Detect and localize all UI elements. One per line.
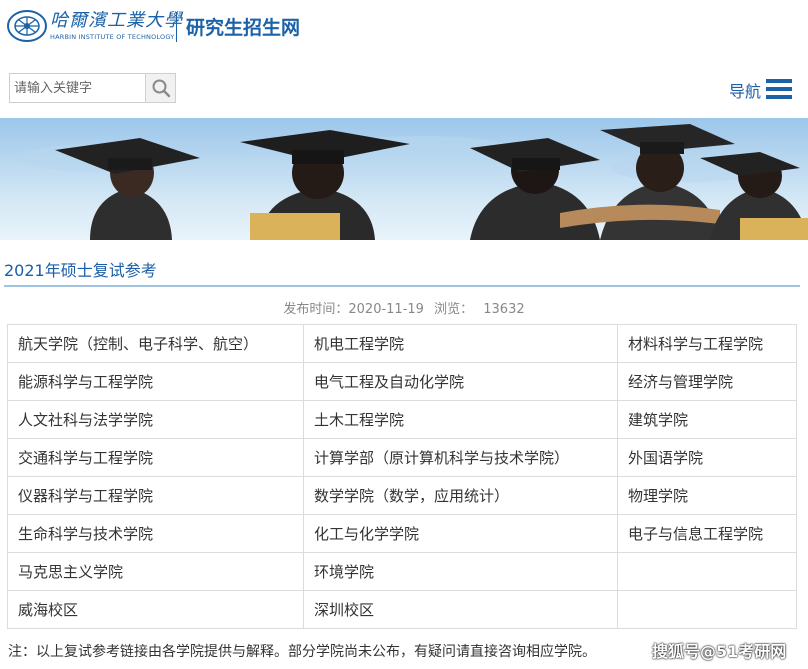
table-row: 交通科学与工程学院 计算学部（原计算机科学与技术学院） 外国语学院 bbox=[7, 438, 797, 477]
school-link[interactable]: 航天学院（控制、电子科学、航空） bbox=[7, 324, 304, 363]
views-count: 13632 bbox=[483, 302, 525, 317]
school-link[interactable]: 材料科学与工程学院 bbox=[617, 324, 797, 363]
search-input[interactable] bbox=[9, 73, 145, 103]
school-link[interactable]: 外国语学院 bbox=[617, 438, 797, 477]
search-icon bbox=[152, 79, 170, 98]
logo-divider bbox=[176, 12, 177, 42]
empty-cell bbox=[617, 590, 797, 629]
site-header: 哈爾濱工業大學 HARBIN INSTITUTE OF TECHNOLOGY 研… bbox=[0, 0, 808, 60]
logo-english-name: HARBIN INSTITUTE OF TECHNOLOGY bbox=[50, 33, 175, 41]
school-link[interactable]: 电气工程及自动化学院 bbox=[303, 362, 618, 401]
school-link[interactable]: 建筑学院 bbox=[617, 400, 797, 439]
school-link[interactable]: 土木工程学院 bbox=[303, 400, 618, 439]
school-link[interactable]: 威海校区 bbox=[7, 590, 304, 629]
school-links-table: 航天学院（控制、电子科学、航空） 机电工程学院 材料科学与工程学院 能源科学与工程学… bbox=[7, 324, 797, 629]
school-link[interactable]: 马克思主义学院 bbox=[7, 552, 304, 591]
logo-chinese-name[interactable]: 哈爾濱工業大學 bbox=[50, 6, 183, 32]
school-link[interactable]: 物理学院 bbox=[617, 476, 797, 515]
school-link[interactable]: 数学学院（数学，应用统计） bbox=[303, 476, 618, 515]
page-title: 2021年硕士复试参考 bbox=[4, 261, 157, 280]
table-row: 航天学院（控制、电子科学、航空） 机电工程学院 材料科学与工程学院 bbox=[7, 324, 797, 363]
table-row: 马克思主义学院 环境学院 bbox=[7, 552, 797, 591]
table-row: 生命科学与技术学院 化工与化学学院 电子与信息工程学院 bbox=[7, 514, 797, 553]
school-link[interactable]: 仪器科学与工程学院 bbox=[7, 476, 304, 515]
nav-label[interactable]: 导航 bbox=[729, 78, 761, 102]
school-link[interactable]: 生命科学与技术学院 bbox=[7, 514, 304, 553]
views-label: 浏览： bbox=[434, 302, 474, 317]
footnote: 注：以上复试参考链接由各学院提供与解释。部分学院尚未公布，有疑问请直接咨询相应学… bbox=[8, 644, 596, 660]
school-link[interactable]: 能源科学与工程学院 bbox=[7, 362, 304, 401]
table-row: 威海校区 深圳校区 bbox=[7, 590, 797, 629]
university-emblem-icon[interactable] bbox=[6, 8, 48, 44]
school-link[interactable]: 经济与管理学院 bbox=[617, 362, 797, 401]
site-title[interactable]: 研究生招生网 bbox=[186, 13, 300, 40]
school-link[interactable]: 电子与信息工程学院 bbox=[617, 514, 797, 553]
school-link[interactable]: 机电工程学院 bbox=[303, 324, 618, 363]
article-meta: 发布时间：2020-11-19 浏览： 13632 bbox=[0, 298, 808, 317]
school-link[interactable]: 环境学院 bbox=[303, 552, 618, 591]
banner-image bbox=[0, 118, 808, 240]
empty-cell bbox=[617, 552, 797, 591]
watermark: 搜狐号@51考研网 bbox=[652, 642, 787, 661]
publish-date: 发布时间：2020-11-19 bbox=[283, 302, 424, 317]
school-link[interactable]: 交通科学与工程学院 bbox=[7, 438, 304, 477]
school-link[interactable]: 深圳校区 bbox=[303, 590, 618, 629]
menu-icon[interactable] bbox=[766, 79, 792, 99]
table-row: 人文社科与法学学院 土木工程学院 建筑学院 bbox=[7, 400, 797, 439]
school-link[interactable]: 计算学部（原计算机科学与技术学院） bbox=[303, 438, 618, 477]
school-link[interactable]: 化工与化学学院 bbox=[303, 514, 618, 553]
search-button[interactable] bbox=[145, 73, 176, 103]
table-row: 仪器科学与工程学院 数学学院（数学，应用统计） 物理学院 bbox=[7, 476, 797, 515]
title-divider bbox=[4, 285, 800, 287]
table-row: 能源科学与工程学院 电气工程及自动化学院 经济与管理学院 bbox=[7, 362, 797, 401]
school-link[interactable]: 人文社科与法学学院 bbox=[7, 400, 304, 439]
